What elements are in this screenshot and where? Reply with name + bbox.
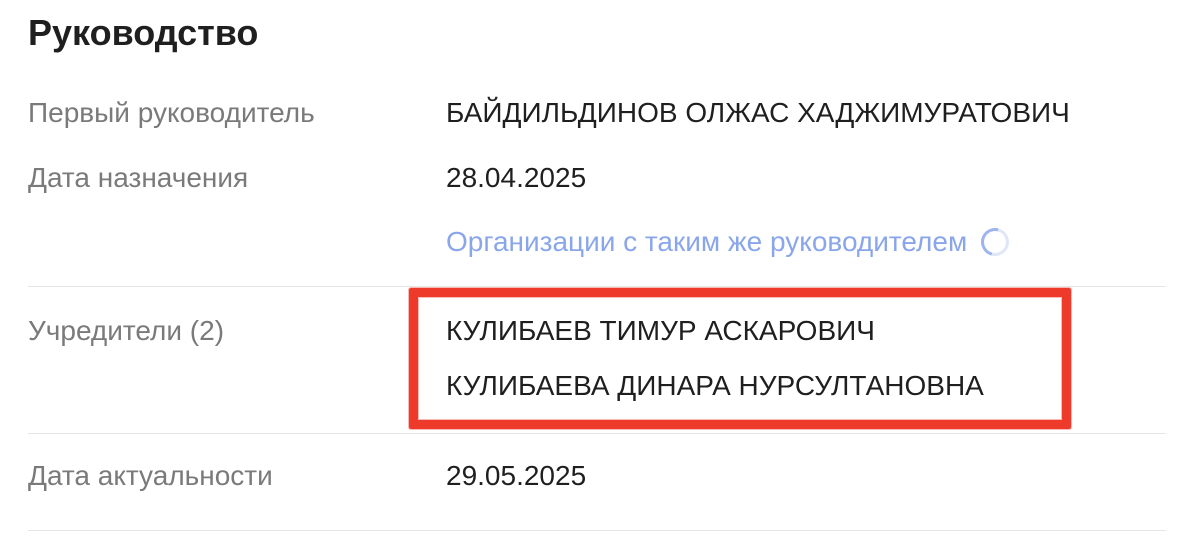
same-head-organizations-link-label: Организации с таким же руководителем <box>446 226 968 257</box>
divider <box>28 530 1166 531</box>
appointment-date-value: 28.04.2025 <box>446 162 587 193</box>
highlight-annotation-box <box>409 288 1071 429</box>
founders-label: Учредители (2) <box>28 315 225 346</box>
management-section: Руководство Первый руководитель БАЙДИЛЬД… <box>0 0 1200 550</box>
head-label: Первый руководитель <box>28 97 315 128</box>
same-head-organizations-link[interactable]: Организации с таким же руководителем <box>446 222 1015 262</box>
section-title: Руководство <box>28 12 259 53</box>
actuality-date-label: Дата актуальности <box>28 460 273 491</box>
divider <box>28 433 1166 434</box>
actuality-date-value: 29.05.2025 <box>446 460 587 491</box>
divider <box>28 286 1166 287</box>
appointment-date-label: Дата назначения <box>28 162 249 193</box>
head-value: БАЙДИЛЬДИНОВ ОЛЖАС ХАДЖИМУРАТОВИЧ <box>446 97 1070 128</box>
loading-spinner-icon <box>976 222 1015 262</box>
